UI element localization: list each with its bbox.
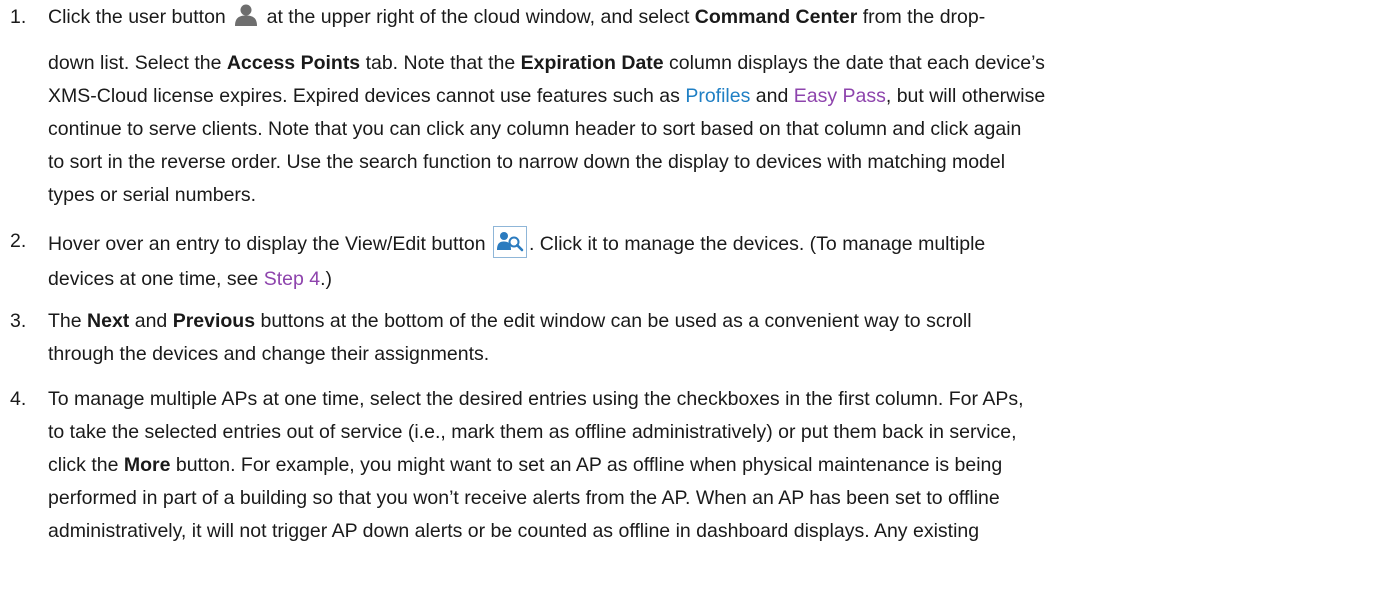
text-line: Click the user button at the upper right… (48, 2, 985, 33)
text-run: The (48, 310, 88, 332)
ui-term: Access Points (226, 52, 361, 74)
text-line: devices at one time, see Step 4.) (48, 264, 332, 295)
text-run: buttons at the bottom of the edit window… (255, 310, 972, 332)
text-line: performed in part of a building so that … (48, 483, 1000, 514)
document-page: 1. Click the user button at the upper ri… (0, 0, 1400, 600)
text-line: click the More button. For example, you … (48, 450, 1002, 481)
text-line: continue to serve clients. Note that you… (48, 114, 1021, 145)
text-run: continue to serve clients. Note that you… (48, 118, 1022, 140)
text-line: to sort in the reverse order. Use the se… (48, 147, 1005, 178)
text-run: Click the user button (48, 6, 232, 28)
text-run: button. For example, you might want to s… (170, 454, 1003, 476)
text-line: administratively, it will not trigger AP… (48, 516, 979, 547)
text-run: and (750, 85, 794, 107)
text-run: devices at one time, see (48, 268, 264, 290)
doc-link[interactable]: Step 4 (264, 268, 320, 290)
text-run: to sort in the reverse order. Use the se… (48, 151, 1006, 173)
ui-term: Expiration Date (520, 52, 664, 74)
view-edit-icon (492, 226, 527, 258)
text-run: performed in part of a building so that … (48, 487, 1000, 509)
step-number: 4. (10, 388, 27, 410)
text-run: . Click it to manage the devices. (To ma… (528, 233, 986, 255)
doc-link[interactable]: Profiles (685, 85, 750, 107)
text-line: To manage multiple APs at one time, sele… (48, 384, 1024, 415)
text-run: .) (320, 268, 333, 290)
step-number: 3. (10, 310, 27, 332)
ui-term: Previous (172, 310, 256, 332)
text-line: The Next and Previous buttons at the bot… (48, 306, 972, 337)
text-run: down list. Select the (48, 52, 227, 74)
text-line: through the devices and change their ass… (48, 339, 489, 370)
user-icon (235, 4, 258, 26)
ui-term: Command Center (694, 6, 858, 28)
text-run: through the devices and change their ass… (48, 343, 490, 365)
text-line: Hover over an entry to display the View/… (48, 226, 985, 260)
text-run: column displays the date that each devic… (663, 52, 1045, 74)
step-number: 1. (10, 6, 27, 28)
text-run: from the drop- (857, 6, 986, 28)
text-line: down list. Select the Access Points tab.… (48, 48, 1045, 79)
doc-link[interactable]: Easy Pass (794, 85, 886, 107)
ui-term: More (123, 454, 171, 476)
text-run: to take the selected entries out of serv… (48, 421, 1017, 443)
text-run: Hover over an entry to display the View/… (48, 233, 491, 255)
text-run: types or serial numbers. (48, 184, 257, 206)
text-run: XMS-Cloud license expires. Expired devic… (48, 85, 686, 107)
text-run: tab. Note that the (360, 52, 521, 74)
text-line: types or serial numbers. (48, 180, 256, 211)
text-run: administratively, it will not trigger AP… (48, 520, 980, 542)
step-number: 2. (10, 230, 27, 252)
text-run: To manage multiple APs at one time, sele… (48, 388, 1024, 410)
text-run: and (129, 310, 173, 332)
text-line: XMS-Cloud license expires. Expired devic… (48, 81, 1045, 112)
text-line: to take the selected entries out of serv… (48, 417, 1017, 448)
text-run: , but will otherwise (885, 85, 1046, 107)
text-run: click the (48, 454, 124, 476)
text-run: at the upper right of the cloud window, … (261, 6, 695, 28)
ui-term: Next (87, 310, 130, 332)
